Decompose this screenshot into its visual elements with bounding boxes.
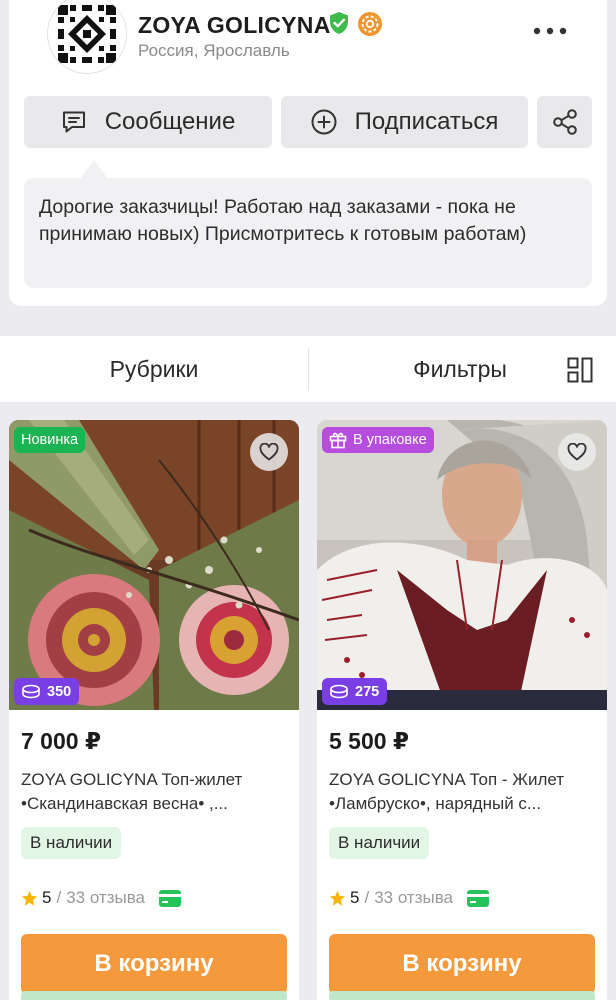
stock-badge: В наличии xyxy=(329,827,430,859)
reviews-count: 33 отзыва xyxy=(66,888,146,907)
filter-bar: Рубрики Фильтры xyxy=(0,336,616,402)
product-price: 5 500 ₽ xyxy=(329,728,409,754)
add-to-cart-button[interactable]: В корзину xyxy=(329,934,595,994)
shop-location: Россия, Ярославль xyxy=(138,41,290,60)
bonus-value: 275 xyxy=(355,683,380,700)
gift-icon xyxy=(329,432,347,449)
bonus-badge: 350 xyxy=(14,678,80,705)
add-to-cart-button[interactable]: В корзину xyxy=(21,934,287,994)
rating-score: 5 xyxy=(42,888,52,907)
favorite-button[interactable] xyxy=(250,433,288,471)
new-badge: Новинка xyxy=(14,427,86,453)
gift-wrap-badge: В упаковке xyxy=(322,427,434,453)
announcement-tail xyxy=(80,160,108,179)
payment-card-icon xyxy=(159,889,182,907)
heart-icon xyxy=(259,443,279,461)
rubrics-button[interactable]: Рубрики xyxy=(0,336,308,402)
cart-button-stripe xyxy=(329,991,595,1000)
rating-separator: / xyxy=(56,888,62,907)
more-dots-icon[interactable] xyxy=(532,24,568,38)
verified-shield-icon xyxy=(330,12,348,34)
subscribe-button[interactable]: Подписаться xyxy=(281,96,528,148)
reviews-count: 33 отзыва xyxy=(374,888,454,907)
plus-circle-icon xyxy=(311,109,337,135)
cart-button-stripe xyxy=(21,991,287,1000)
share-icon xyxy=(552,109,577,135)
message-icon xyxy=(62,111,85,133)
product-card[interactable]: В упаковке 275 5 500 ₽ ZOYA GOLICYNA Топ… xyxy=(317,420,607,1000)
heart-icon xyxy=(567,443,587,461)
coins-icon xyxy=(330,684,348,698)
filter-divider xyxy=(308,348,309,390)
rating-score: 5 xyxy=(350,888,360,907)
product-title[interactable]: ZOYA GOLICYNA Топ-жилет •Скандинавская в… xyxy=(21,768,291,816)
filters-button[interactable]: Фильтры xyxy=(360,336,560,402)
bonus-value: 350 xyxy=(47,683,72,700)
coins-icon xyxy=(22,684,40,698)
message-button[interactable]: Сообщение xyxy=(24,96,272,148)
message-button-label: Сообщение xyxy=(104,108,236,135)
share-button[interactable] xyxy=(537,96,592,148)
product-title[interactable]: ZOYA GOLICYNA Топ - Жилет •Ламбруско•, н… xyxy=(329,768,599,816)
payment-card-icon xyxy=(467,889,490,907)
grid-layout-icon[interactable] xyxy=(567,357,593,383)
rating-separator: / xyxy=(364,888,370,907)
master-badge-icon xyxy=(358,12,382,36)
star-icon xyxy=(21,890,38,906)
product-rating[interactable]: 5 / 33 отзыва xyxy=(21,888,182,908)
product-price: 7 000 ₽ xyxy=(21,728,101,754)
product-rating[interactable]: 5 / 33 отзыва xyxy=(329,888,490,908)
subscribe-button-label: Подписаться xyxy=(354,108,499,135)
shop-avatar[interactable] xyxy=(47,0,127,74)
gift-tag-label: В упаковке xyxy=(353,432,427,448)
bonus-badge: 275 xyxy=(322,678,388,705)
shop-name[interactable]: ZOYA GOLICYNA xyxy=(138,12,331,39)
star-icon xyxy=(329,890,346,906)
stock-badge: В наличии xyxy=(21,827,122,859)
shop-announcement: Дорогие заказчицы! Работаю над заказами … xyxy=(24,178,592,288)
favorite-button[interactable] xyxy=(558,433,596,471)
product-card[interactable]: Новинка 350 7 000 ₽ ZOYA GOLICYNA Топ-жи… xyxy=(9,420,299,1000)
